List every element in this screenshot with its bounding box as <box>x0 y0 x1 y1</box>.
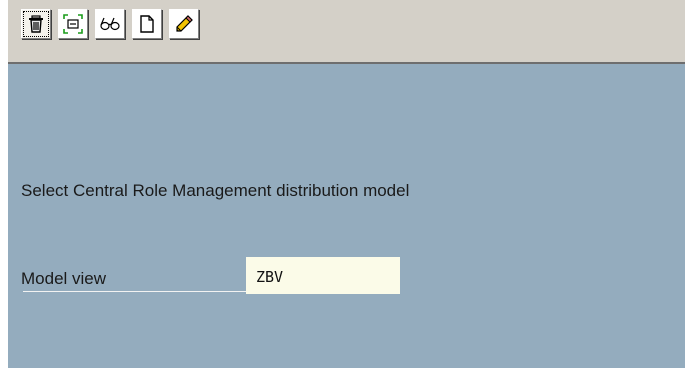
trash-icon <box>26 14 46 34</box>
create-button[interactable] <box>132 9 162 39</box>
glasses-icon <box>99 14 121 34</box>
pencil-icon <box>174 14 194 34</box>
delete-button[interactable] <box>21 9 51 39</box>
change-button[interactable] <box>169 9 199 39</box>
fit-screen-icon <box>63 14 83 34</box>
model-view-label: Model view <box>21 269 107 288</box>
label-underline <box>23 291 247 292</box>
application-toolbar <box>8 0 685 64</box>
model-view-input[interactable] <box>246 257 400 294</box>
new-document-icon <box>137 14 157 34</box>
selection-screen: Select Central Role Management distribut… <box>8 64 685 368</box>
display-button[interactable] <box>95 9 125 39</box>
fit-screen-button[interactable] <box>58 9 88 39</box>
page-heading: Select Central Role Management distribut… <box>21 181 410 200</box>
